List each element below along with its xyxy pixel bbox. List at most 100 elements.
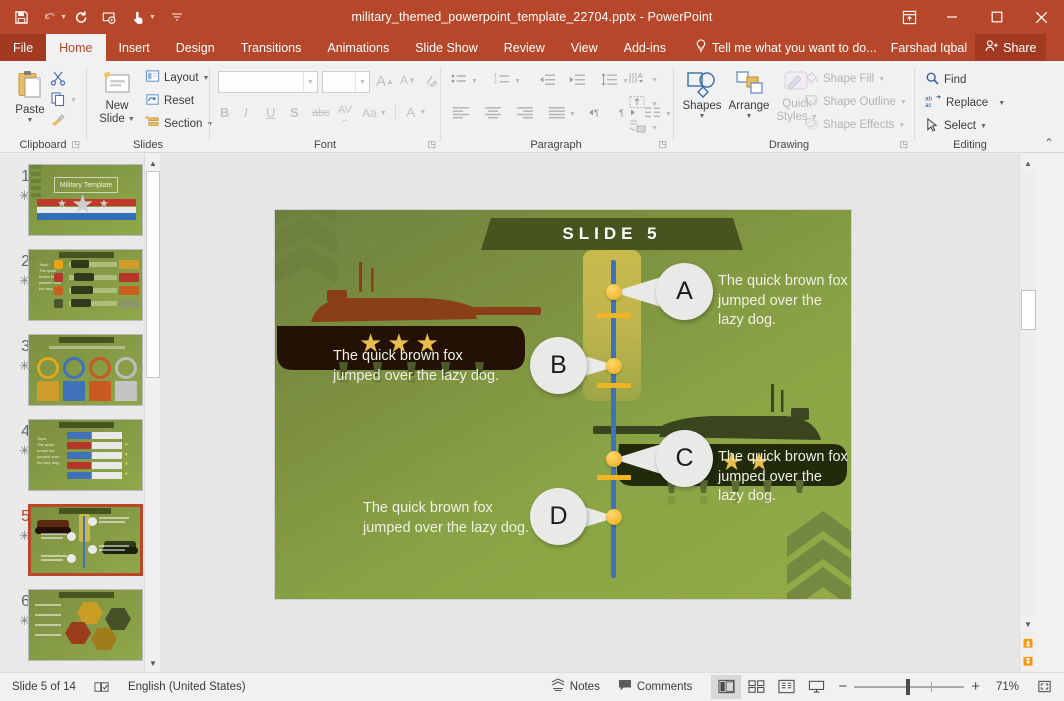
italic-button[interactable]: I	[244, 105, 248, 120]
new-slide-dropdown-icon[interactable]: ▼	[128, 116, 135, 124]
previous-slide-icon[interactable]: ⏫	[1021, 635, 1035, 651]
text-direction-button[interactable]: A ▼	[629, 71, 658, 89]
scrollbar-thumb[interactable]	[146, 171, 160, 378]
thumbnail-image[interactable]: Topic The quick brown fox jumped over the…	[28, 249, 143, 321]
paste-button[interactable]: Paste ▼	[6, 69, 54, 125]
spellcheck-icon[interactable]	[85, 673, 119, 701]
thumbnail-slide-4[interactable]: 4 ✳ Topic The quick brown fox jumped over…	[0, 419, 160, 504]
clear-formatting-button[interactable]	[422, 73, 438, 94]
section-button[interactable]: Section ▼	[145, 115, 213, 133]
zoom-level-label[interactable]: 71%	[987, 673, 1028, 701]
bullets-button[interactable]: ▼	[451, 73, 478, 90]
current-slide[interactable]: SLIDE 5 ★★★ ★★★ A The quick brown fox ju…	[275, 210, 851, 599]
smartart-dropdown-icon[interactable]: ▼	[651, 125, 658, 132]
decrease-font-size-button[interactable]: A ▼	[400, 73, 416, 87]
shapes-dropdown-icon[interactable]: ▼	[699, 113, 706, 121]
change-case-dropdown-icon[interactable]: ▼	[380, 110, 387, 117]
callout-a[interactable]: A	[656, 263, 713, 320]
thumbnail-slide-3[interactable]: 3 ✳	[0, 334, 160, 419]
justify-dropdown-icon[interactable]: ▼	[569, 111, 576, 118]
tell-me-search[interactable]: Tell me what you want to do...	[689, 34, 883, 61]
thumbnail-image[interactable]	[28, 334, 143, 406]
tab-slide-show[interactable]: Slide Show	[402, 34, 491, 61]
new-slide-button[interactable]: New Slide ▼	[93, 72, 141, 126]
zoom-out-button[interactable]: −	[831, 673, 854, 701]
thumbnail-scrollbar[interactable]: ▲ ▼	[144, 154, 160, 672]
shape-effects-dropdown-icon[interactable]: ▼	[898, 122, 905, 129]
thumbnail-slide-1[interactable]: 1 ✳ Military Template ★ ★ ★	[0, 164, 160, 249]
increase-indent-button[interactable]	[569, 73, 586, 90]
find-button[interactable]: Find	[925, 71, 966, 89]
font-size-combobox[interactable]: ▼	[322, 71, 370, 93]
font-name-dropdown-icon[interactable]: ▼	[303, 72, 317, 92]
copy-dropdown-icon[interactable]: ▼	[70, 97, 77, 104]
tab-review[interactable]: Review	[491, 34, 558, 61]
font-dialog-launcher[interactable]: ◳	[427, 139, 436, 150]
thumbnail-image[interactable]: Military Template ★ ★ ★	[28, 164, 143, 236]
tab-animations[interactable]: Animations	[314, 34, 402, 61]
tab-design[interactable]: Design	[163, 34, 228, 61]
normal-view-button[interactable]	[711, 674, 742, 699]
align-right-button[interactable]	[517, 106, 533, 122]
format-painter-button[interactable]	[50, 112, 66, 131]
select-button[interactable]: Select ▼	[925, 117, 987, 135]
close-button[interactable]	[1019, 0, 1064, 34]
zoom-slider[interactable]	[854, 678, 965, 695]
font-size-dropdown-icon[interactable]: ▼	[355, 72, 369, 92]
text-shadow-button[interactable]: S	[290, 105, 299, 120]
thumbnail-image-selected[interactable]	[28, 504, 143, 576]
bold-button[interactable]: B	[220, 105, 229, 120]
change-case-button[interactable]: Aa ▼	[362, 106, 387, 120]
thumbnail-image[interactable]: Topic The quick brown fox jumped over the…	[28, 419, 143, 491]
share-button[interactable]: Share	[975, 34, 1047, 61]
numbering-button[interactable]: 12 ▼	[494, 73, 521, 90]
notes-button[interactable]: Notes	[542, 673, 609, 701]
decrease-indent-button[interactable]	[539, 73, 556, 90]
zoom-in-button[interactable]: +	[964, 673, 987, 701]
copy-button[interactable]: ▼	[50, 91, 77, 110]
character-spacing-button[interactable]: AV ↔	[338, 105, 352, 124]
shape-outline-dropdown-icon[interactable]: ▼	[900, 99, 907, 106]
slide-counter[interactable]: Slide 5 of 14	[0, 673, 85, 701]
language-indicator[interactable]: English (United States)	[119, 673, 255, 701]
slide-vertical-scrollbar[interactable]: ▲ ▼ ⏫ ⏬	[1019, 154, 1036, 672]
fit-to-window-button[interactable]	[1028, 673, 1064, 701]
scroll-up-icon[interactable]: ▲	[1021, 155, 1035, 171]
layout-button[interactable]: Layout ▼	[145, 69, 209, 87]
next-slide-icon[interactable]: ⏬	[1021, 653, 1035, 669]
shape-fill-button[interactable]: Shape Fill ▼	[804, 70, 885, 88]
shape-fill-dropdown-icon[interactable]: ▼	[878, 76, 885, 83]
tab-transitions[interactable]: Transitions	[228, 34, 315, 61]
reading-view-button[interactable]	[771, 675, 801, 699]
scrollbar-thumb[interactable]	[1021, 290, 1036, 330]
text-direction-dropdown-icon[interactable]: ▼	[651, 77, 658, 84]
font-name-combobox[interactable]: ▼	[218, 71, 318, 93]
thumbnail-slide-6[interactable]: 6 ✳	[0, 589, 160, 672]
align-center-button[interactable]	[485, 106, 501, 122]
convert-to-smartart-button[interactable]: ▼	[629, 119, 658, 137]
reset-button[interactable]: Reset	[145, 92, 194, 110]
drawing-dialog-launcher[interactable]: ◳	[899, 139, 908, 150]
thumbnail-slide-5[interactable]: 5 ✳	[0, 504, 160, 589]
scroll-down-icon[interactable]: ▼	[1021, 616, 1035, 632]
numbering-dropdown-icon[interactable]: ▼	[514, 78, 521, 85]
increase-font-size-button[interactable]: A ▲	[376, 73, 394, 90]
align-text-button[interactable]: ▼	[629, 95, 658, 113]
tab-file[interactable]: File	[0, 34, 47, 61]
scroll-up-icon[interactable]: ▲	[146, 155, 160, 171]
user-account-name[interactable]: Farshad Iqbal	[883, 34, 975, 61]
slide-title-banner[interactable]: SLIDE 5	[481, 218, 743, 250]
ltr-button[interactable]: ¶	[589, 106, 605, 122]
callout-d[interactable]: D	[530, 488, 587, 545]
tab-add-ins[interactable]: Add-ins	[611, 34, 679, 61]
replace-dropdown-icon[interactable]: ▼	[998, 100, 1005, 107]
maximize-button[interactable]	[974, 0, 1019, 34]
bullets-dropdown-icon[interactable]: ▼	[471, 78, 478, 85]
shape-effects-button[interactable]: Shape Effects ▼	[804, 116, 905, 134]
thumbnail-slide-2[interactable]: 2 ✳ Topic The quick brown fox jumped over…	[0, 249, 160, 334]
align-text-dropdown-icon[interactable]: ▼	[651, 101, 658, 108]
arrange-dropdown-icon[interactable]: ▼	[746, 113, 753, 121]
tab-home[interactable]: Home	[46, 34, 106, 61]
tab-insert[interactable]: Insert	[106, 34, 163, 61]
callout-b[interactable]: B	[530, 337, 587, 394]
